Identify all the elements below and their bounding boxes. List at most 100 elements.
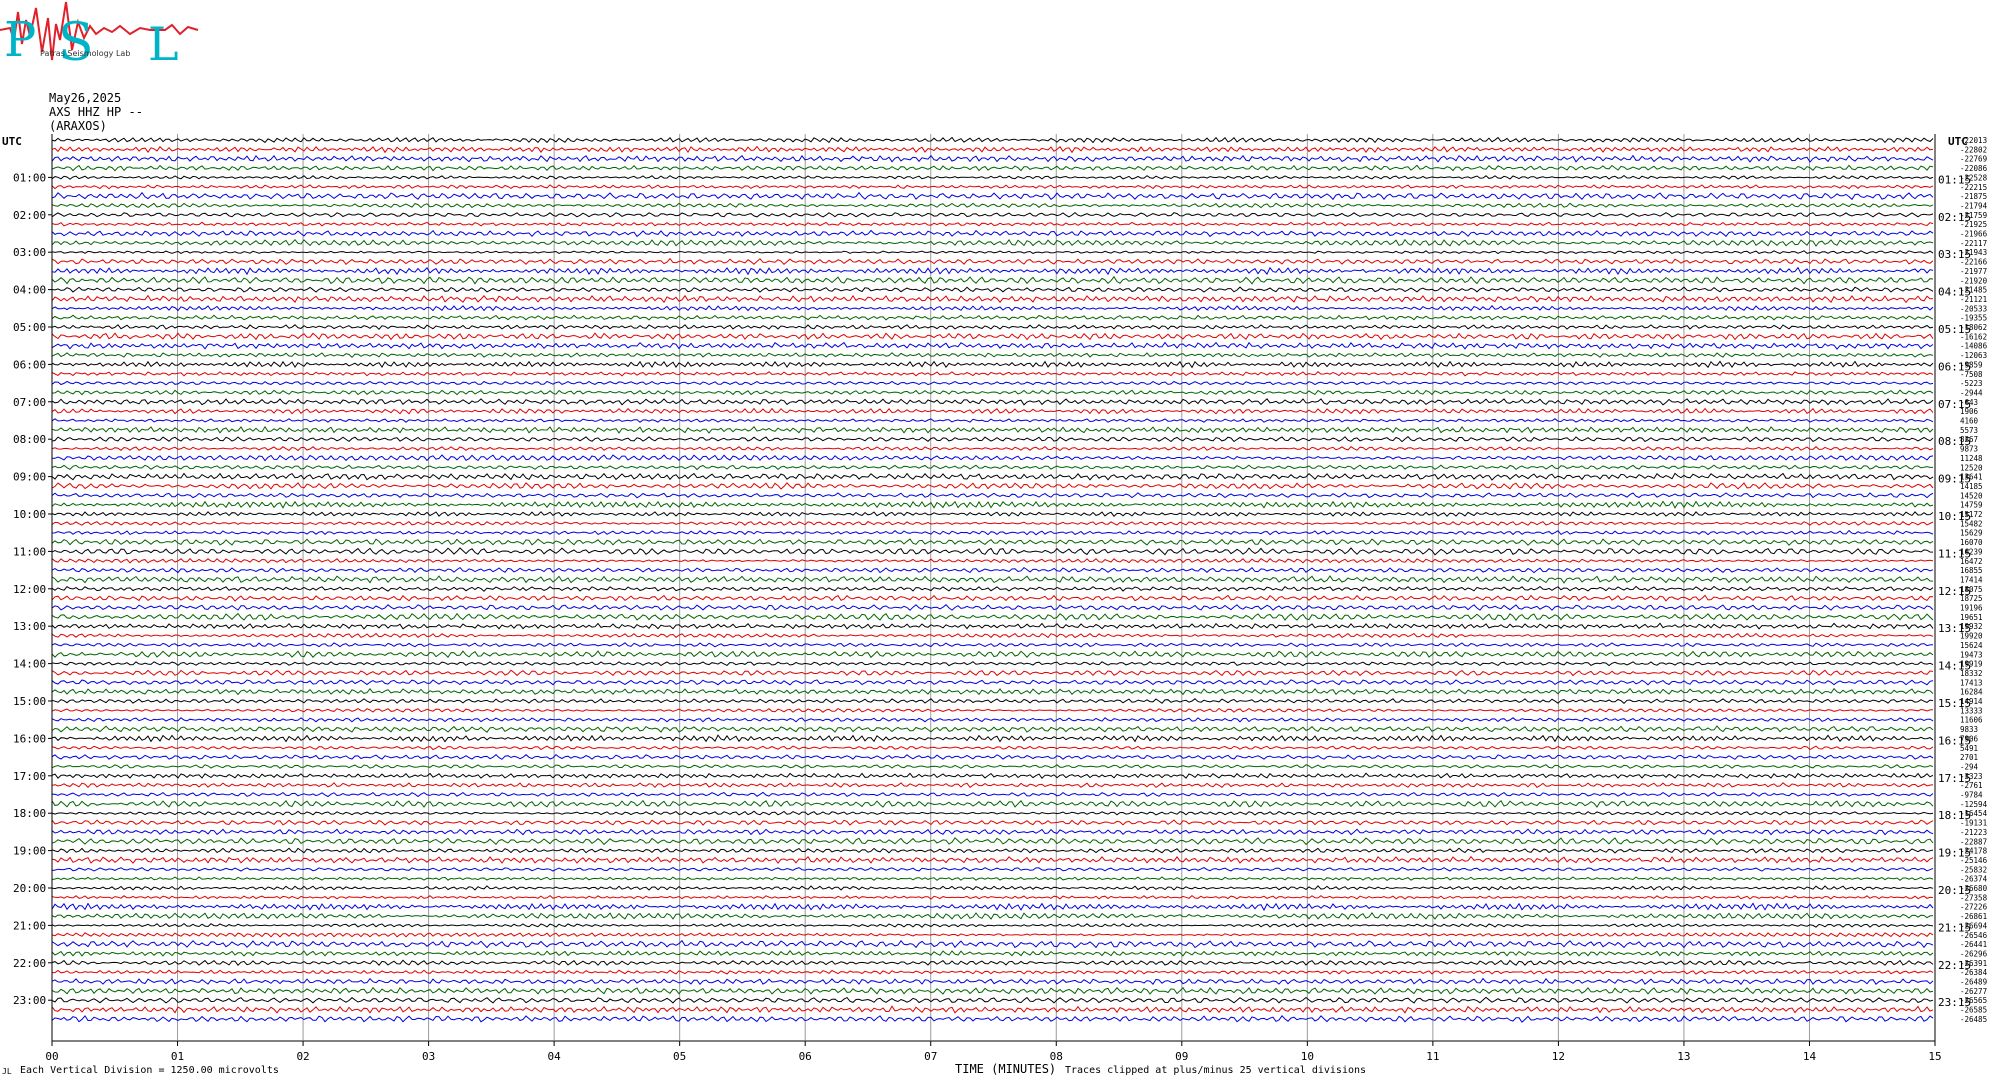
trace	[51, 341, 1934, 350]
hour-label-right: 01:15	[1938, 173, 1971, 186]
hour-label-right: 17:15	[1938, 772, 1971, 785]
hour-label-left: 15:00	[13, 695, 46, 708]
trace-offset-label: 19196	[1960, 604, 1983, 613]
hour-label-left: 16:00	[13, 732, 46, 745]
trace	[51, 772, 1934, 779]
trace	[51, 538, 1934, 546]
trace-offset-label: -9784	[1960, 791, 1983, 800]
trace-offset-label: -22117	[1960, 239, 1987, 248]
hour-label-left: 04:00	[13, 284, 46, 297]
trace-offset-label: 15629	[1960, 529, 1983, 538]
trace	[51, 707, 1934, 713]
trace-offset-label: 17413	[1960, 678, 1983, 687]
trace	[51, 959, 1934, 966]
hour-label-right: 22:15	[1938, 959, 1971, 972]
trace	[51, 885, 1934, 891]
trace	[51, 717, 1934, 723]
trace	[51, 687, 1934, 696]
trace-offset-label: -12594	[1960, 800, 1988, 809]
trace	[51, 454, 1934, 462]
hour-label-right: 13:15	[1938, 622, 1971, 635]
trace	[51, 1015, 1934, 1023]
trace-offset-label: -21977	[1960, 267, 1987, 276]
trace	[51, 791, 1934, 798]
hour-label-right: 14:15	[1938, 660, 1971, 673]
trace-offset-label: -26441	[1960, 940, 1987, 949]
trace-offset-label: -25832	[1960, 865, 1987, 874]
helicorder-plot: -22013-22802-22769-22086-22528-22215-218…	[2, 134, 1988, 1063]
trace	[51, 136, 1934, 144]
trace	[51, 950, 1934, 957]
hour-label-left: 20:00	[13, 882, 46, 895]
hour-label-left: 13:00	[13, 620, 46, 633]
trace	[51, 939, 1934, 949]
hour-label-left: 22:00	[13, 957, 46, 970]
trace-offset-label: 15624	[1960, 641, 1983, 650]
x-tick-label: 14	[1803, 1050, 1817, 1063]
trace	[51, 725, 1934, 733]
hour-label-right: 10:15	[1938, 510, 1971, 523]
trace	[51, 211, 1934, 218]
trace	[51, 238, 1934, 247]
trace	[51, 894, 1934, 900]
trace	[51, 229, 1934, 238]
trace-offset-label: 14520	[1960, 491, 1983, 500]
trace	[51, 145, 1934, 154]
hour-label-right: 15:15	[1938, 697, 1971, 710]
trace	[51, 266, 1934, 276]
trace-offset-label: -20533	[1960, 304, 1987, 313]
hour-label-left: 01:00	[13, 171, 46, 184]
trace	[51, 360, 1934, 369]
trace	[51, 221, 1934, 227]
x-tick-label: 00	[45, 1050, 58, 1063]
trace	[51, 380, 1934, 386]
trace	[51, 902, 1934, 912]
hour-label-right: 11:15	[1938, 547, 1971, 560]
trace	[51, 847, 1934, 854]
trace	[51, 932, 1934, 938]
trace	[51, 154, 1934, 163]
trace	[51, 754, 1934, 761]
hour-label-left: 06:00	[13, 358, 46, 371]
trace	[51, 529, 1934, 536]
hour-label-left: 11:00	[13, 545, 46, 558]
x-tick-label: 10	[1301, 1050, 1314, 1063]
trace	[51, 922, 1934, 928]
trace	[51, 566, 1934, 574]
trace	[51, 661, 1934, 667]
hour-label-right: 04:15	[1938, 286, 1971, 299]
trace	[51, 622, 1934, 630]
trace	[51, 191, 1934, 201]
trace	[51, 492, 1934, 499]
trace	[51, 250, 1934, 255]
trace-offset-label: 19473	[1960, 650, 1983, 659]
trace-offset-label: -26489	[1960, 978, 1987, 987]
trace	[51, 632, 1934, 639]
trace-offset-label: -5223	[1960, 379, 1983, 388]
x-tick-label: 04	[548, 1050, 562, 1063]
trace	[51, 575, 1934, 584]
trace-offset-label: 9833	[1960, 725, 1978, 734]
hour-label-left: 10:00	[13, 508, 46, 521]
clip-note: Traces clipped at plus/minus 25 vertical…	[1065, 1065, 1367, 1076]
trace-offset-label: -27226	[1960, 903, 1988, 912]
trace	[51, 594, 1934, 602]
x-tick-label: 02	[296, 1050, 309, 1063]
trace	[51, 547, 1934, 556]
trace-offset-label: 14759	[1960, 501, 1983, 510]
trace	[51, 612, 1934, 622]
hour-label-right: 21:15	[1938, 921, 1971, 934]
x-tick-label: 05	[673, 1050, 686, 1063]
trace	[51, 202, 1934, 209]
trace	[51, 314, 1934, 321]
hour-label-right: 08:15	[1938, 435, 1971, 448]
hour-label-left: 07:00	[13, 396, 46, 409]
trace	[51, 174, 1934, 180]
trace	[51, 866, 1934, 872]
trace	[51, 407, 1934, 415]
trace	[51, 604, 1934, 611]
x-axis-label: TIME (MINUTES)	[955, 1062, 1057, 1076]
trace	[51, 445, 1934, 452]
hour-label-right: 20:15	[1938, 884, 1971, 897]
trace	[51, 969, 1934, 975]
